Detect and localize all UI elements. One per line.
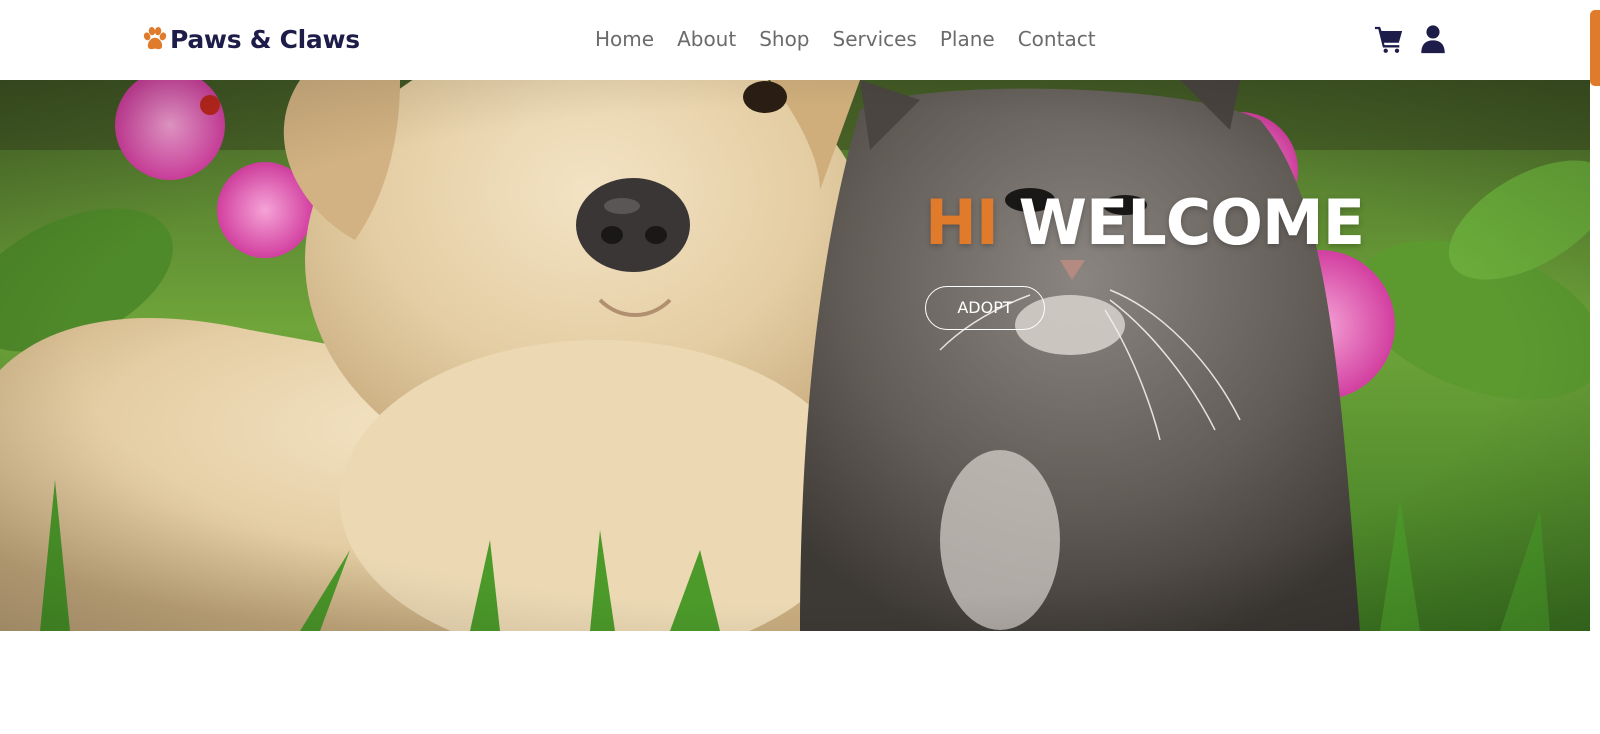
nav-link-home[interactable]: Home <box>595 27 654 51</box>
paw-icon <box>143 26 167 50</box>
nav-link-shop[interactable]: Shop <box>759 27 809 51</box>
account-button[interactable] <box>1418 24 1448 54</box>
brand-logo-link[interactable]: Paws & Claws <box>141 22 360 56</box>
nav-link-contact[interactable]: Contact <box>1018 27 1096 51</box>
hero-section: HI WELCOME ADOPT <box>0 80 1590 631</box>
brand-name: Paws & Claws <box>170 24 360 54</box>
cart-icon <box>1374 26 1403 53</box>
nav-link-about[interactable]: About <box>677 27 736 51</box>
cart-button[interactable] <box>1374 24 1404 54</box>
hero-title-main: WELCOME <box>1018 186 1366 259</box>
page-scrollbar[interactable] <box>1590 0 1600 734</box>
nav-icon-group <box>1374 22 1448 56</box>
nav-link-services[interactable]: Services <box>833 27 917 51</box>
scrollbar-thumb[interactable] <box>1590 10 1600 86</box>
adopt-button[interactable]: ADOPT <box>925 286 1045 330</box>
nav-link-plane[interactable]: Plane <box>940 27 995 51</box>
page-body-blank <box>0 631 1590 734</box>
hero-content: HI WELCOME ADOPT <box>925 192 1365 330</box>
hero-background-image <box>0 80 1590 631</box>
main-nav: Home About Shop Services Plane Contact <box>595 22 1096 56</box>
hero-title-accent: HI <box>925 186 999 259</box>
user-icon <box>1421 25 1445 54</box>
hero-title: HI WELCOME <box>925 192 1365 254</box>
top-navbar: Paws & Claws Home About Shop Services Pl… <box>0 0 1590 80</box>
